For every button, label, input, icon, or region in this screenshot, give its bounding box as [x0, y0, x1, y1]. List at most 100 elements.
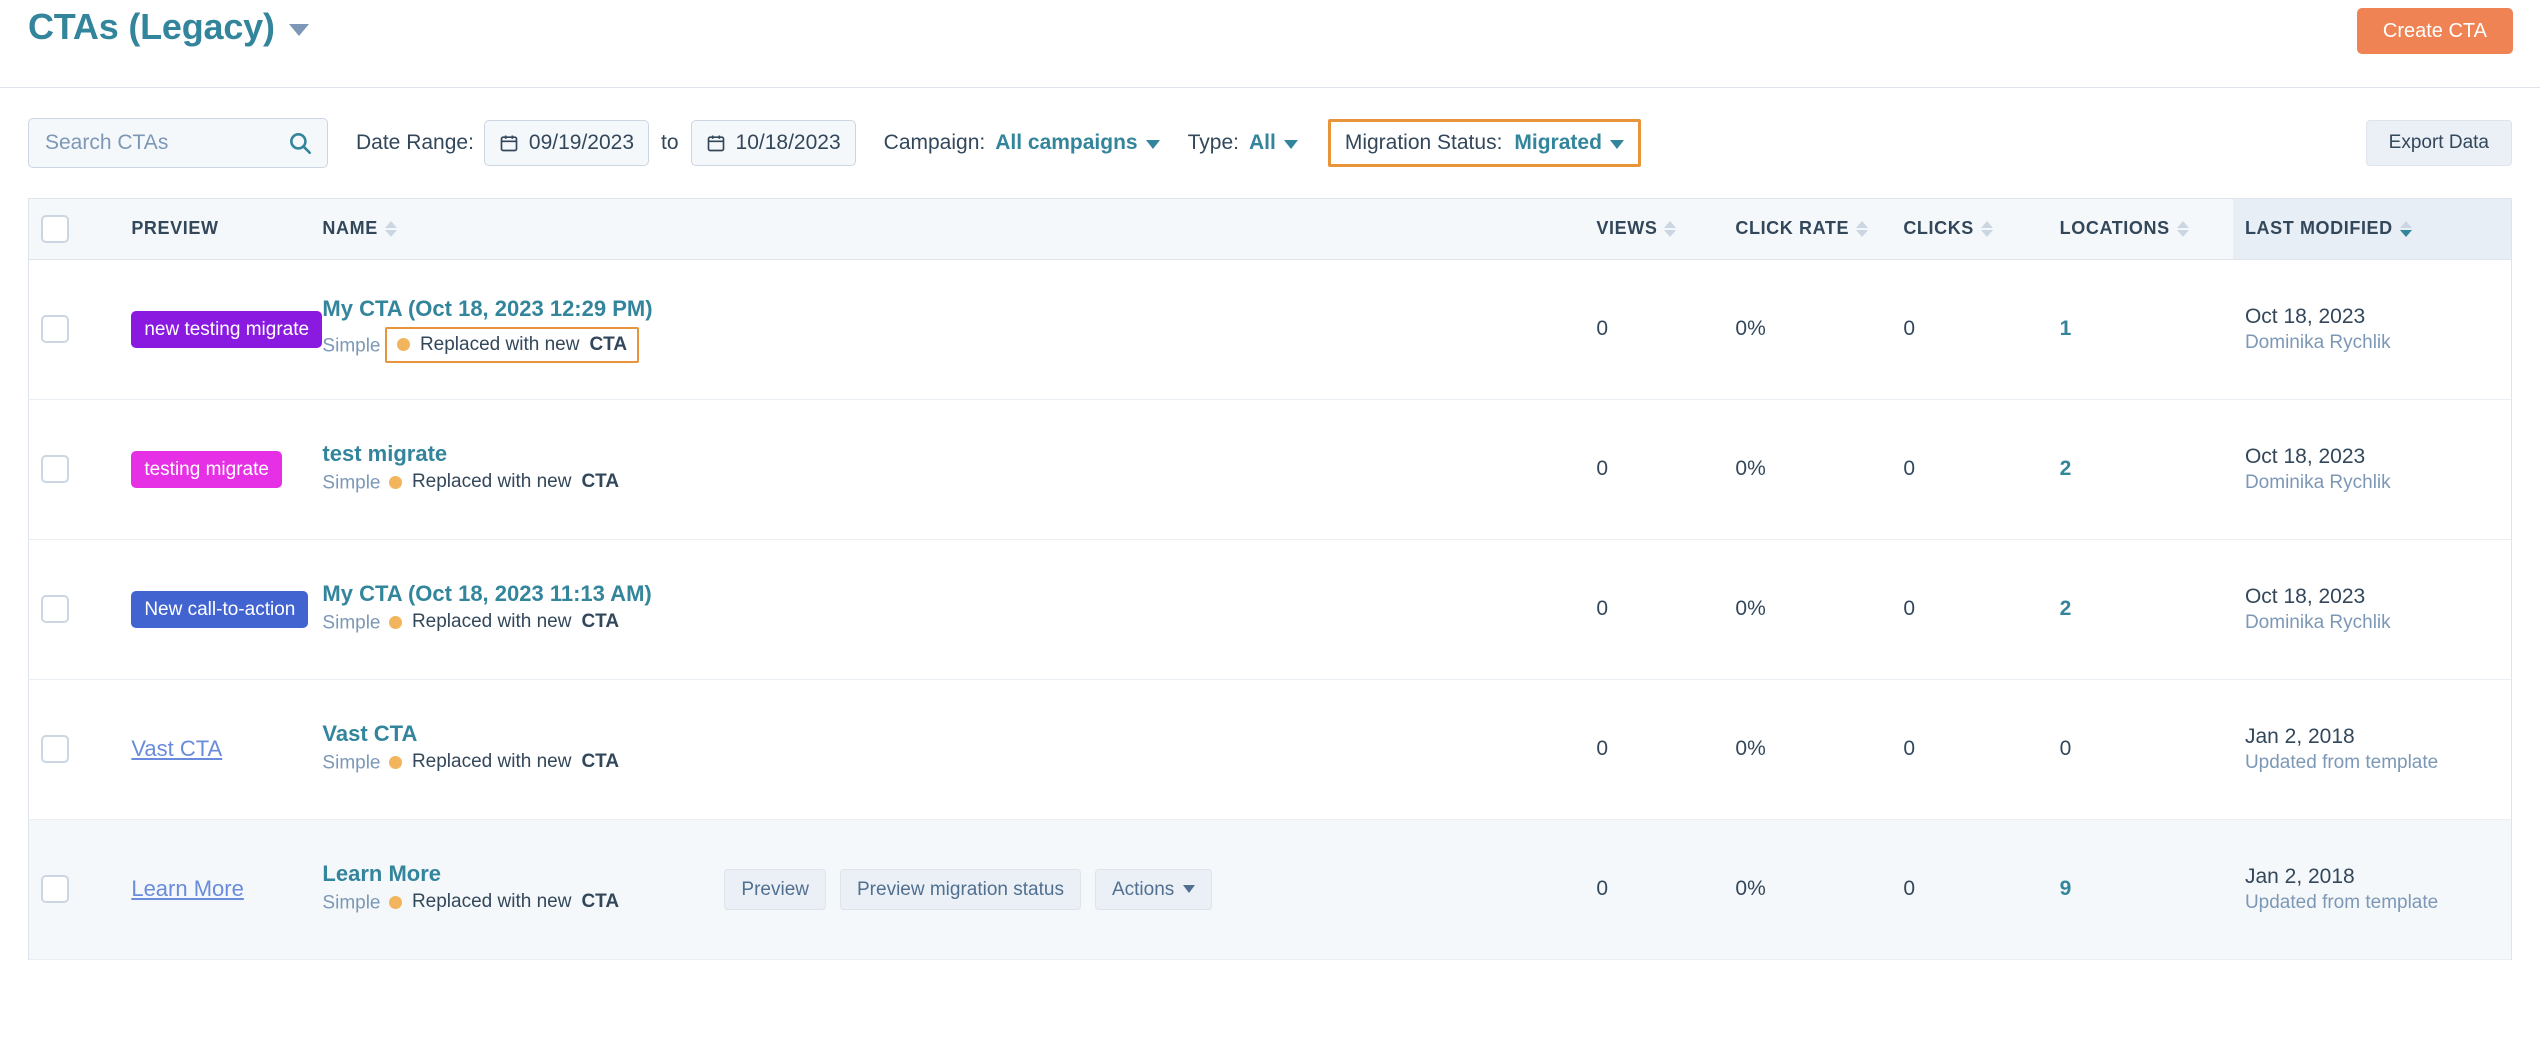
table-row[interactable]: New call-to-action My CTA (Oct 18, 2023 …	[29, 539, 2511, 679]
row-locations-cell: 0	[2048, 679, 2233, 819]
status-dot-icon	[388, 755, 402, 769]
row-name-cell: test migrate Simple Replaced with new CT…	[310, 399, 1584, 539]
migration-status-value: Migrated	[1514, 131, 1602, 154]
row-locations-cell: 9	[2048, 819, 2233, 959]
search-icon[interactable]	[287, 130, 313, 156]
row-locations-cell: 2	[2048, 539, 2233, 679]
type-filter: Type: All	[1188, 131, 1298, 155]
row-last-modified-cell: Oct 18, 2023 Dominika Rychlik	[2233, 399, 2511, 539]
sort-icon[interactable]	[384, 221, 397, 238]
filter-toolbar: Date Range: 09/19/2023 to 10/18/2023 Cam…	[0, 88, 2540, 198]
sort-icon[interactable]	[2176, 221, 2189, 238]
click-rate-value: 0%	[1735, 597, 1766, 620]
sort-icon[interactable]	[1980, 221, 1993, 238]
preview-button[interactable]: Preview	[724, 868, 826, 910]
column-header-last-modified[interactable]: LAST MODIFIED	[2232, 199, 2511, 260]
status-dot-icon	[388, 615, 402, 629]
table-row[interactable]: Learn More Learn More Simple Replaced wi…	[29, 819, 2511, 959]
sort-icon[interactable]	[1856, 221, 1869, 238]
create-cta-button[interactable]: Create CTA	[2356, 8, 2513, 54]
row-preview-cell: New call-to-action	[119, 539, 310, 679]
table-header-row: PREVIEW NAME VIEWS CLICK RATE CLICKS LOC…	[29, 199, 2511, 260]
date-to-input[interactable]: 10/18/2023	[690, 120, 856, 166]
campaign-value: All campaigns	[995, 131, 1138, 154]
table-row[interactable]: Vast CTA Vast CTA Simple Replaced with n…	[29, 679, 2511, 819]
click-rate-value: 0%	[1735, 457, 1766, 480]
cta-migration-status-target: CTA	[581, 751, 620, 773]
row-click-rate-cell: 0%	[1723, 819, 1891, 959]
cta-preview-link[interactable]: Learn More	[131, 876, 244, 901]
preview-migration-status-button[interactable]: Preview migration status	[840, 868, 1081, 910]
cta-migration-status-text: Replaced with new	[411, 891, 572, 913]
campaign-dropdown[interactable]: All campaigns	[995, 131, 1160, 155]
search-input[interactable]	[43, 130, 287, 156]
row-checkbox[interactable]	[41, 735, 69, 763]
status-dot-icon	[396, 338, 410, 352]
select-all-checkbox[interactable]	[41, 214, 69, 243]
row-clicks-cell: 0	[1891, 259, 2047, 399]
row-name-cell: My CTA (Oct 18, 2023 12:29 PM) Simple Re…	[310, 259, 1584, 399]
row-views-cell: 0	[1584, 539, 1723, 679]
sort-icon[interactable]	[1664, 221, 1677, 238]
migration-status-dropdown[interactable]: Migrated	[1514, 131, 1624, 155]
page-title: CTAs (Legacy)	[28, 6, 275, 47]
export-data-button[interactable]: Export Data	[2365, 120, 2512, 166]
date-to-value: 10/18/2023	[735, 131, 841, 154]
locations-link[interactable]: 9	[2060, 877, 2072, 900]
date-from-input[interactable]: 09/19/2023	[483, 120, 650, 166]
page-title-group[interactable]: CTAs (Legacy)	[28, 6, 309, 48]
cta-preview-badge[interactable]: new testing migrate	[131, 310, 323, 348]
views-value: 0	[1596, 317, 1609, 340]
type-label: Type:	[1187, 131, 1239, 154]
row-clicks-cell: 0	[1891, 399, 2047, 539]
chevron-down-icon[interactable]	[288, 24, 309, 36]
cta-name-link[interactable]: My CTA (Oct 18, 2023 12:29 PM)	[322, 295, 662, 323]
row-checkbox[interactable]	[41, 315, 69, 343]
row-checkbox[interactable]	[41, 875, 69, 903]
column-header-locations[interactable]: LOCATIONS	[2047, 199, 2233, 260]
select-all-header	[29, 199, 120, 260]
last-modified-date: Oct 18, 2023	[2244, 304, 2366, 328]
row-clicks-cell: 0	[1891, 539, 2047, 679]
table-row[interactable]: testing migrate test migrate Simple Repl…	[29, 399, 2511, 539]
row-checkbox[interactable]	[41, 595, 69, 623]
row-checkbox[interactable]	[41, 455, 69, 483]
column-header-name[interactable]: NAME	[310, 199, 1585, 260]
cta-name-link[interactable]: My CTA (Oct 18, 2023 11:13 AM)	[322, 580, 662, 608]
locations-link[interactable]: 1	[2060, 317, 2072, 340]
actions-menu-button[interactable]: Actions	[1094, 868, 1213, 910]
date-range-filter: Date Range: 09/19/2023 to 10/18/2023	[356, 120, 856, 166]
column-label-clicks: CLICKS	[1903, 218, 1974, 239]
cta-name-link[interactable]: Vast CTA	[322, 720, 662, 748]
column-label-click-rate: CLICK RATE	[1735, 218, 1850, 239]
cta-name-link[interactable]: Learn More	[322, 860, 662, 888]
cta-preview-link[interactable]: Vast CTA	[131, 736, 222, 761]
chevron-down-icon	[1609, 140, 1624, 149]
row-click-rate-cell: 0%	[1723, 539, 1891, 679]
row-last-modified-cell: Oct 18, 2023 Dominika Rychlik	[2233, 259, 2511, 399]
cta-preview-badge[interactable]: testing migrate	[131, 450, 282, 488]
click-rate-value: 0%	[1735, 737, 1766, 760]
row-clicks-cell: 0	[1891, 679, 2047, 819]
last-modified-by: Updated from template	[2244, 751, 2439, 773]
cta-preview-badge[interactable]: New call-to-action	[131, 590, 309, 628]
date-range-label: Date Range:	[356, 131, 474, 154]
calendar-icon	[706, 133, 726, 153]
type-dropdown[interactable]: All	[1249, 131, 1298, 155]
last-modified-date: Oct 18, 2023	[2244, 444, 2366, 468]
column-header-click-rate[interactable]: CLICK RATE	[1723, 199, 1892, 260]
row-select-cell	[29, 259, 119, 399]
row-views-cell: 0	[1584, 399, 1723, 539]
search-ctas-box[interactable]	[28, 118, 328, 168]
column-header-views[interactable]: VIEWS	[1584, 199, 1724, 260]
sort-icon-active[interactable]	[2399, 221, 2412, 238]
row-views-cell: 0	[1584, 819, 1723, 959]
clicks-value: 0	[1903, 877, 1915, 900]
cta-name-link[interactable]: test migrate	[322, 440, 662, 468]
locations-link[interactable]: 2	[2060, 597, 2072, 620]
migration-status-filter: Migration Status: Migrated	[1327, 119, 1641, 167]
column-header-clicks[interactable]: CLICKS	[1891, 199, 2048, 260]
migration-status-label: Migration Status:	[1344, 131, 1503, 154]
locations-link[interactable]: 2	[2060, 457, 2072, 480]
table-row[interactable]: new testing migrate My CTA (Oct 18, 2023…	[29, 259, 2511, 399]
